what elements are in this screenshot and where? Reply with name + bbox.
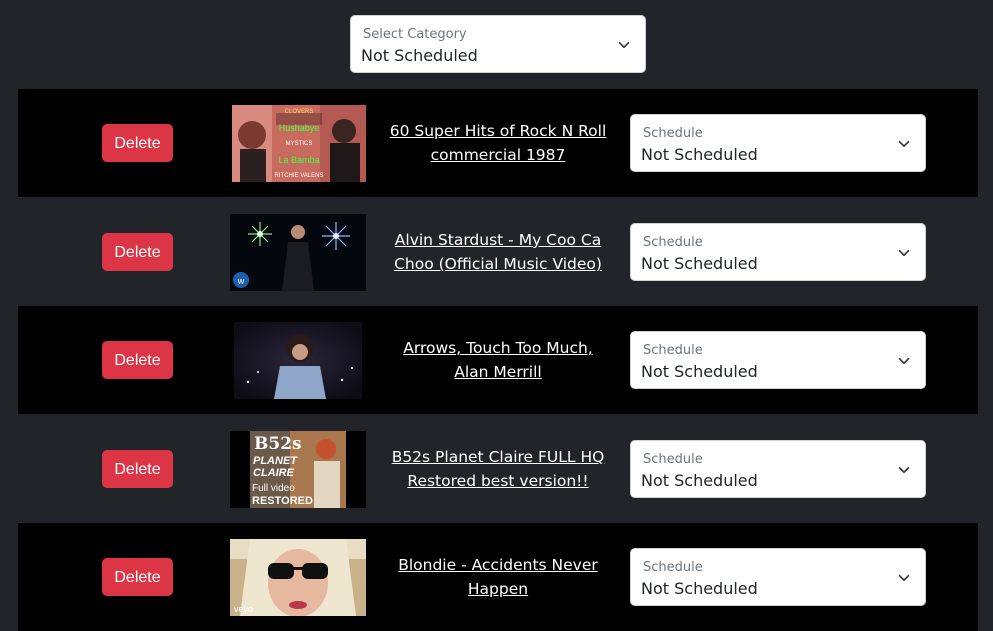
- schedule-select-value: Not Scheduled: [641, 579, 758, 598]
- video-row: Delete w Alvin Stardust - My Coo Ca Choo…: [18, 198, 978, 306]
- video-title-link[interactable]: Alvin Stardust - My Coo Ca Choo (Officia…: [388, 198, 608, 306]
- thumb-caption: MYSTICS: [286, 141, 313, 147]
- video-title-link[interactable]: Blondie - Accidents Never Happen: [388, 523, 608, 631]
- video-row: Delete vevo Blondie - Accidents Never Ha…: [18, 523, 978, 631]
- thumb-caption: La Bamba: [278, 155, 319, 165]
- schedule-select-label: Schedule: [643, 126, 703, 141]
- video-thumbnail[interactable]: B52s PLANET CLAIRE Full video RESTORED: [230, 431, 366, 508]
- delete-button[interactable]: Delete: [102, 233, 173, 271]
- thumb-caption: Hushabye: [279, 123, 320, 133]
- video-row: Delete CLOVERS Hushabye MYSTICS La Bamba…: [18, 89, 978, 197]
- thumb-caption: B52s: [254, 434, 302, 454]
- category-select[interactable]: Select Category Not Scheduled: [350, 15, 646, 73]
- schedule-select-label: Schedule: [643, 560, 703, 575]
- video-title-link[interactable]: Arrows, Touch Too Much, Alan Merrill: [388, 306, 608, 414]
- video-thumbnail[interactable]: w: [230, 214, 366, 291]
- schedule-select[interactable]: Schedule Not Scheduled: [630, 114, 926, 172]
- schedule-select-value: Not Scheduled: [641, 471, 758, 490]
- chevron-down-icon: [898, 574, 910, 582]
- video-row: Delete Arrows, Touch Too Much, Alan Merr…: [18, 306, 978, 414]
- video-title-link[interactable]: B52s Planet Claire FULL HQ Restored best…: [388, 415, 608, 523]
- chevron-down-icon: [618, 41, 630, 49]
- category-select-label: Select Category: [363, 27, 467, 42]
- video-thumbnail[interactable]: [234, 322, 362, 399]
- thumb-caption: Full video: [252, 483, 295, 494]
- schedule-select-value: Not Scheduled: [641, 254, 758, 273]
- chevron-down-icon: [898, 466, 910, 474]
- category-select-value: Not Scheduled: [361, 46, 478, 65]
- schedule-select[interactable]: Schedule Not Scheduled: [630, 548, 926, 606]
- thumb-caption: CLOVERS: [285, 109, 314, 115]
- schedule-select[interactable]: Schedule Not Scheduled: [630, 223, 926, 281]
- schedule-select-value: Not Scheduled: [641, 145, 758, 164]
- chevron-down-icon: [898, 140, 910, 148]
- schedule-select[interactable]: Schedule Not Scheduled: [630, 440, 926, 498]
- video-row: Delete B52s PLANET CLAIRE Full video RES…: [18, 415, 978, 523]
- video-title-link[interactable]: 60 Super Hits of Rock N Roll commercial …: [388, 89, 608, 197]
- schedule-select-label: Schedule: [643, 452, 703, 467]
- delete-button[interactable]: Delete: [102, 124, 173, 162]
- schedule-select-value: Not Scheduled: [641, 362, 758, 381]
- delete-button[interactable]: Delete: [102, 450, 173, 488]
- schedule-select-label: Schedule: [643, 343, 703, 358]
- thumb-caption: RESTORED: [252, 495, 313, 507]
- video-thumbnail[interactable]: CLOVERS Hushabye MYSTICS La Bamba RITCHI…: [232, 105, 366, 182]
- vevo-logo: vevo: [234, 604, 253, 614]
- video-thumbnail[interactable]: vevo: [230, 539, 366, 616]
- delete-button[interactable]: Delete: [102, 341, 173, 379]
- thumb-caption: RITCHIE VALENS: [275, 173, 324, 179]
- chevron-down-icon: [898, 249, 910, 257]
- chevron-down-icon: [898, 357, 910, 365]
- schedule-select[interactable]: Schedule Not Scheduled: [630, 331, 926, 389]
- delete-button[interactable]: Delete: [102, 558, 173, 596]
- thumb-caption: CLAIRE: [253, 467, 295, 479]
- schedule-select-label: Schedule: [643, 235, 703, 250]
- thumb-caption: PLANET: [253, 455, 298, 467]
- svg-text:w: w: [237, 276, 245, 286]
